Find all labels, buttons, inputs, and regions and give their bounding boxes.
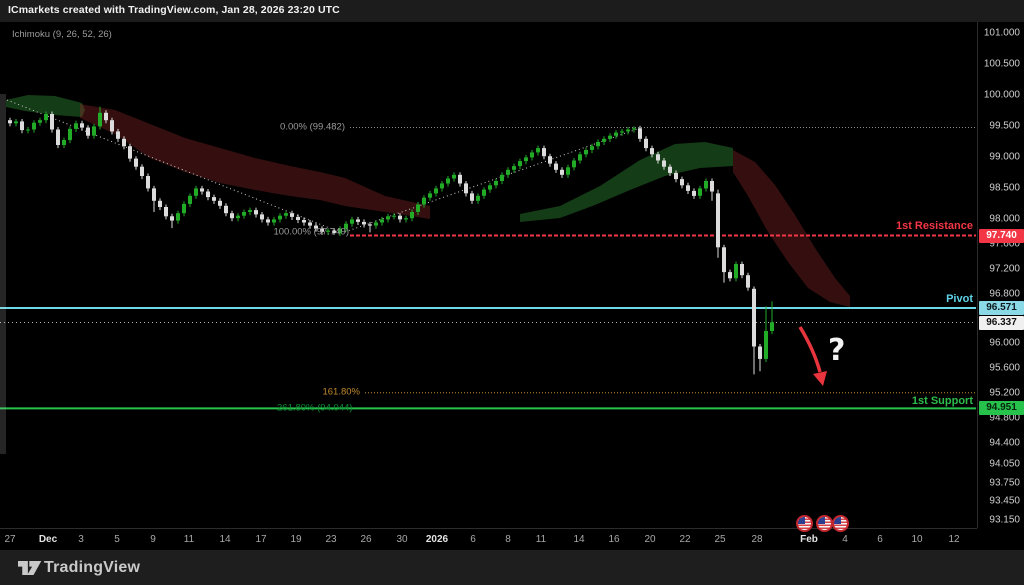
time-axis-label: 3 xyxy=(78,534,84,545)
price-axis-label: 94.050 xyxy=(989,459,1020,470)
price-axis-label: 95.200 xyxy=(989,388,1020,399)
time-axis-label: 11 xyxy=(536,534,546,545)
resistance-price-badge: 97.740 xyxy=(979,229,1024,243)
price-axis-label: 96.000 xyxy=(989,338,1020,349)
us-flag-event-icon[interactable] xyxy=(796,515,813,532)
time-axis-label: 20 xyxy=(644,534,655,545)
price-axis-label: 95.600 xyxy=(989,363,1020,374)
time-axis-label: 9 xyxy=(150,534,156,545)
time-axis-label: 12 xyxy=(948,534,959,545)
time-axis-label: Feb xyxy=(800,534,818,545)
price-axis-label: 99.500 xyxy=(989,121,1020,132)
fib-100-label: 100.00% (97.749) xyxy=(273,227,349,238)
time-axis-label: 11 xyxy=(184,534,194,545)
tradingview-brand-text[interactable]: TradingView xyxy=(44,559,140,577)
left-edge-artifact xyxy=(0,94,6,454)
fib-261-label: 261.80% (94.044) xyxy=(277,403,353,414)
support-price-badge: 94.951 xyxy=(979,401,1024,415)
pivot-label: Pivot xyxy=(946,293,973,305)
time-axis-label: 8 xyxy=(505,534,511,545)
time-axis-label: 26 xyxy=(360,534,371,545)
time-axis[interactable]: 27 Dec 3 5 9 11 14 17 19 23 26 30 2026 6 8 11 14 16 20 22 25… xyxy=(0,528,977,551)
time-axis-label: 14 xyxy=(219,534,230,545)
candles-layer[interactable] xyxy=(8,107,774,375)
time-axis-label: 17 xyxy=(255,534,266,545)
time-axis-label: 22 xyxy=(679,534,690,545)
price-axis-label: 93.750 xyxy=(989,478,1020,489)
tradingview-chart-window: ICmarkets created with TradingView.com, … xyxy=(0,0,1024,585)
time-axis-label: 5 xyxy=(114,534,120,545)
time-axis-label: 14 xyxy=(573,534,584,545)
tradingview-logo-icon[interactable] xyxy=(18,559,42,577)
last-price-badge: 96.337 xyxy=(979,316,1024,330)
price-axis-label: 98.500 xyxy=(989,183,1020,194)
price-axis-label: 93.150 xyxy=(989,515,1020,526)
us-flag-event-icon[interactable] xyxy=(816,515,833,532)
time-axis-label: 10 xyxy=(911,534,922,545)
price-axis-label: 100.000 xyxy=(984,90,1020,101)
resistance-label: 1st Resistance xyxy=(896,220,973,232)
indicator-label[interactable]: Ichimoku (9, 26, 52, 26) xyxy=(12,29,112,40)
price-axis-label: 97.200 xyxy=(989,264,1020,275)
time-axis-label: 25 xyxy=(714,534,725,545)
caption-bar: ICmarkets created with TradingView.com, … xyxy=(0,0,1024,22)
time-axis-label: 28 xyxy=(751,534,762,545)
time-axis-label: 16 xyxy=(608,534,619,545)
price-axis-label: 101.000 xyxy=(984,28,1020,39)
time-axis-label: 27 xyxy=(4,534,15,545)
chart-pane[interactable]: Ichimoku (9, 26, 52, 26) 0.00% (99.482) 1… xyxy=(0,22,977,528)
caption-text: ICmarkets created with TradingView.com, … xyxy=(8,4,340,16)
price-axis-label: 93.450 xyxy=(989,496,1020,507)
time-axis-label: 23 xyxy=(325,534,336,545)
time-axis-label: 19 xyxy=(290,534,301,545)
time-axis-label: 30 xyxy=(396,534,407,545)
candlestick-chart[interactable] xyxy=(0,22,977,528)
us-flag-event-icon[interactable] xyxy=(832,515,849,532)
price-axis[interactable]: 101.000 100.500 100.000 99.500 99.000 98.500 9… xyxy=(977,22,1024,528)
support-label: 1st Support xyxy=(912,395,973,407)
time-axis-label: 2026 xyxy=(426,534,448,545)
footer-bar: TradingView xyxy=(0,550,1024,585)
price-axis-label: 94.400 xyxy=(989,438,1020,449)
question-mark-annotation[interactable]: ? xyxy=(828,333,845,368)
time-axis-label: Dec xyxy=(39,534,57,545)
time-axis-label: 6 xyxy=(470,534,476,545)
time-axis-label: 6 xyxy=(877,534,883,545)
fib-0-label: 0.00% (99.482) xyxy=(280,122,345,133)
pivot-price-badge: 96.571 xyxy=(979,301,1024,315)
price-axis-label: 96.800 xyxy=(989,289,1020,300)
price-axis-label: 100.500 xyxy=(984,59,1020,70)
time-axis-label: 4 xyxy=(842,534,848,545)
fib-161-label: 161.80% xyxy=(322,387,360,398)
price-axis-label: 99.000 xyxy=(989,152,1020,163)
arrow-annotation[interactable] xyxy=(800,327,827,386)
ichimoku-cloud-layer xyxy=(6,95,850,307)
price-axis-label: 98.000 xyxy=(989,214,1020,225)
